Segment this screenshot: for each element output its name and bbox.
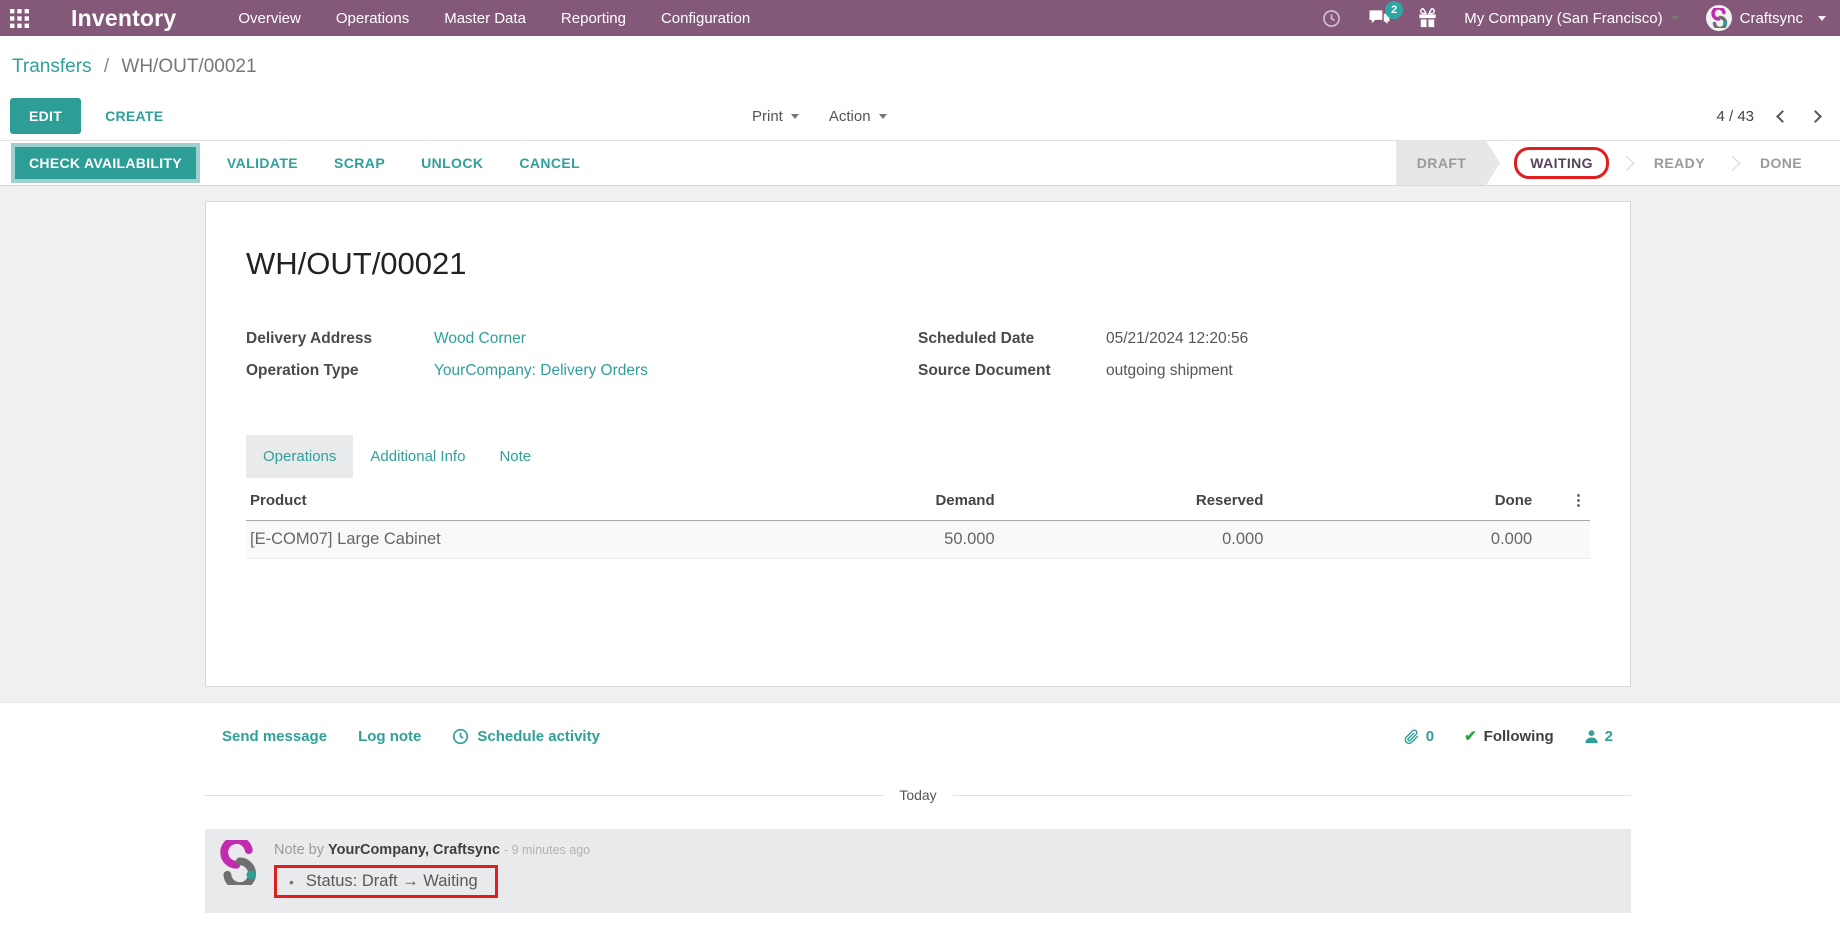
scheduled-date-value: 05/21/2024 12:20:56 (1106, 330, 1249, 347)
user-menu[interactable]: Craftsync (1705, 5, 1826, 31)
log-note-button[interactable]: Log note (358, 728, 421, 745)
unlock-button[interactable]: UNLOCK (406, 147, 498, 179)
menu-master-data[interactable]: Master Data (444, 8, 526, 29)
delivery-address-value[interactable]: Wood Corner (434, 328, 526, 349)
company-switcher[interactable]: My Company (San Francisco) (1464, 9, 1679, 27)
table-row[interactable]: [E-COM07] Large Cabinet 50.000 0.000 0.0… (246, 520, 1590, 559)
delivery-address-label: Delivery Address (246, 330, 373, 347)
cell-product[interactable]: [E-COM07] Large Cabinet (246, 521, 730, 559)
author-avatar[interactable] (215, 836, 260, 891)
person-icon (1584, 729, 1598, 743)
breadcrumb: Transfers / WH/OUT/00021 (12, 56, 1840, 78)
edit-button[interactable]: EDIT (10, 98, 82, 134)
tab-operations[interactable]: Operations (246, 435, 354, 478)
col-product[interactable]: Product (246, 480, 730, 521)
attachments-button[interactable]: 0 (1403, 728, 1434, 745)
breadcrumb-separator: / (103, 56, 110, 77)
user-avatar (1705, 5, 1732, 31)
following-button[interactable]: ✔ Following (1464, 727, 1554, 746)
state-waiting[interactable]: WAITING (1500, 141, 1623, 185)
check-icon: ✔ (1464, 728, 1477, 745)
notebook-tabs: Operations Additional Info Note (246, 435, 1590, 478)
operation-type-value[interactable]: YourCompany: Delivery Orders (434, 360, 648, 381)
clock-icon (453, 728, 469, 744)
source-document-label: Source Document (918, 362, 1051, 379)
activities-clock-icon[interactable] (1322, 9, 1341, 28)
bullet-icon: • (289, 873, 294, 890)
scrap-button[interactable]: SCRAP (319, 147, 400, 179)
state-done[interactable]: DONE (1736, 141, 1826, 185)
app-title[interactable]: Inventory (71, 5, 176, 32)
cancel-button[interactable]: CANCEL (504, 147, 595, 179)
print-dropdown[interactable]: Print (752, 108, 799, 125)
control-panel: Transfers / WH/OUT/00021 EDIT CREATE Pri… (0, 36, 1840, 140)
state-pipeline: DRAFT WAITING READY DONE (1395, 141, 1840, 185)
operation-type-label: Operation Type (246, 362, 359, 379)
annotation-highlight: WAITING (1514, 147, 1609, 179)
chevron-down-icon (1818, 15, 1826, 21)
source-document-value: outgoing shipment (1106, 362, 1233, 379)
messages-icon[interactable]: 2 (1368, 0, 1404, 28)
breadcrumb-current: WH/OUT/00021 (121, 56, 257, 77)
follower-count: 2 (1604, 727, 1613, 745)
state-draft[interactable]: DRAFT (1397, 141, 1500, 185)
menu-configuration[interactable]: Configuration (661, 8, 750, 29)
form-content: WH/OUT/00021 Delivery Address Wood Corne… (0, 186, 1840, 702)
chevron-down-icon (790, 113, 799, 119)
message-type: Note by (274, 842, 324, 858)
scheduled-date-label: Scheduled Date (918, 330, 1035, 347)
form-sheet: WH/OUT/00021 Delivery Address Wood Corne… (205, 201, 1631, 687)
menu-overview[interactable]: Overview (238, 8, 301, 29)
message-author[interactable]: YourCompany, Craftsync (328, 842, 500, 858)
paperclip-icon (1404, 728, 1419, 744)
cell-demand[interactable]: 50.000 (730, 521, 999, 559)
chevron-down-icon (878, 113, 887, 119)
message-body: Status: Draft → Waiting (305, 872, 478, 890)
validate-button[interactable]: VALIDATE (212, 147, 313, 179)
message-timestamp: - 9 minutes ago (503, 843, 591, 857)
user-name: Craftsync (1739, 9, 1803, 27)
pager-value: 4 / 43 (1716, 107, 1754, 125)
apps-grid-icon[interactable] (10, 8, 29, 28)
action-dropdown[interactable]: Action (829, 108, 887, 125)
create-button[interactable]: CREATE (91, 98, 177, 134)
check-availability-button[interactable]: CHECK AVAILABILITY (15, 147, 196, 179)
col-demand[interactable]: Demand (729, 480, 999, 521)
company-name: My Company (San Francisco) (1464, 9, 1663, 27)
main-menu: Overview Operations Master Data Reportin… (238, 8, 750, 29)
pager-next-icon[interactable] (1809, 109, 1822, 123)
col-done[interactable]: Done (1267, 480, 1537, 521)
tab-note[interactable]: Note (482, 435, 548, 478)
top-navbar: Inventory Overview Operations Master Dat… (0, 0, 1840, 36)
chatter: Send message Log note Schedule activity … (0, 702, 1840, 924)
cell-done[interactable]: 0.000 (1267, 521, 1536, 559)
messages-badge: 2 (1385, 0, 1404, 19)
schedule-activity-button[interactable]: Schedule activity (452, 728, 600, 745)
pager-previous-icon[interactable] (1776, 109, 1789, 123)
followers-button[interactable]: 2 (1584, 728, 1613, 745)
state-ready[interactable]: READY (1630, 141, 1729, 185)
chevron-down-icon (1670, 15, 1679, 21)
date-divider: Today (205, 787, 1631, 803)
record-title: WH/OUT/00021 (246, 246, 467, 281)
attachment-count: 0 (1425, 727, 1435, 745)
column-options-icon[interactable]: ⋮ (1536, 480, 1590, 521)
operations-table: Product Demand Reserved Done ⋮ [E-COM07]… (246, 480, 1590, 559)
col-reserved[interactable]: Reserved (998, 480, 1268, 521)
menu-reporting[interactable]: Reporting (561, 8, 626, 29)
gift-icon[interactable] (1418, 8, 1437, 28)
menu-operations[interactable]: Operations (336, 8, 409, 29)
annotation-highlight: • Status: Draft → Waiting (274, 865, 498, 898)
breadcrumb-transfers[interactable]: Transfers (12, 56, 92, 77)
chatter-message: Note by YourCompany, Craftsync - 9 minut… (205, 829, 1631, 913)
send-message-button[interactable]: Send message (222, 728, 327, 745)
statusbar: CHECK AVAILABILITY VALIDATE SCRAP UNLOCK… (0, 140, 1840, 186)
tab-additional-info[interactable]: Additional Info (353, 435, 482, 478)
cell-reserved[interactable]: 0.000 (999, 521, 1268, 559)
